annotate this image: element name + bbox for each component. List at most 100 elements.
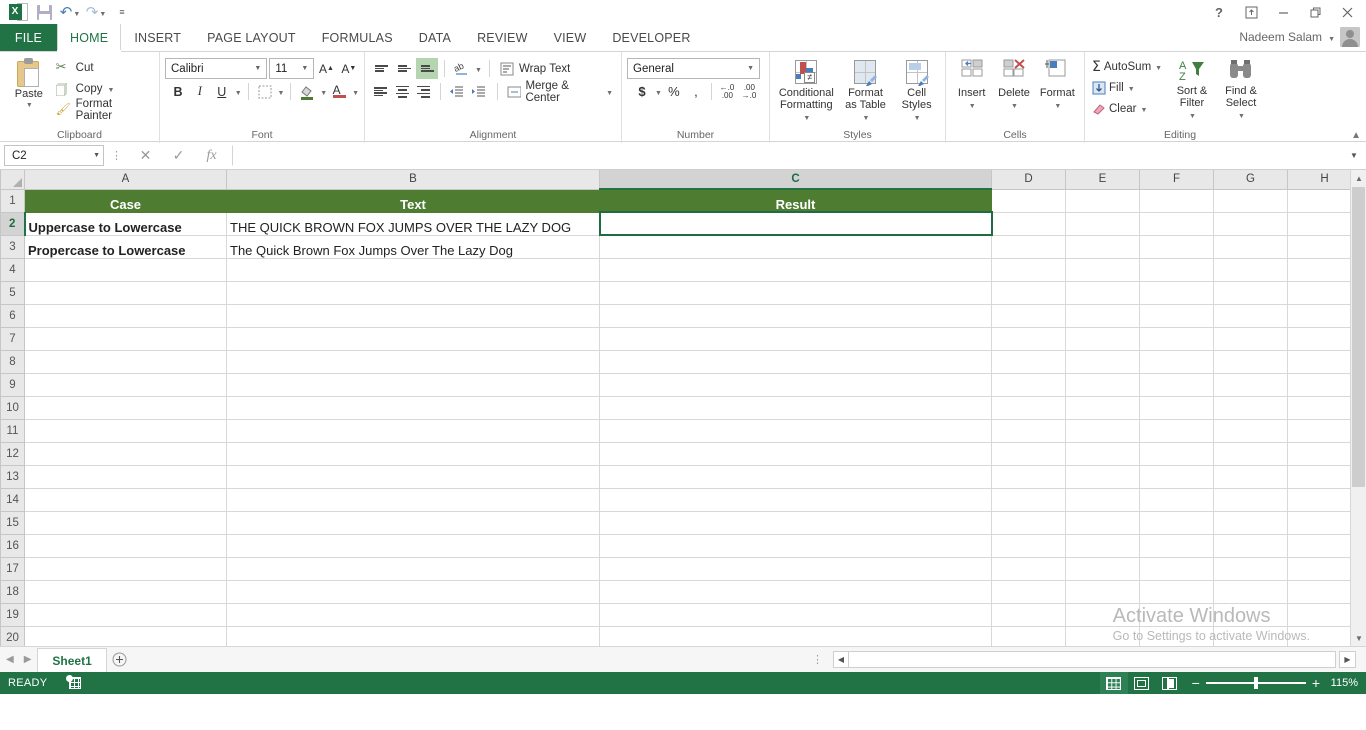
decrease-decimal-icon[interactable]: .00 →.0 [739,81,759,103]
save-icon[interactable] [32,1,56,23]
conditional-formatting-button[interactable]: ≠ Conditional Formatting ▼ [775,56,837,128]
cell-d12[interactable] [991,441,1066,466]
cell-c5[interactable] [599,280,992,305]
cell-b10[interactable] [226,395,600,420]
cancel-icon[interactable]: ✕ [129,145,162,166]
fill-dropdown-icon[interactable]: ▼ [1128,86,1135,93]
cell-b9[interactable] [226,372,600,397]
zoom-in-button[interactable]: + [1312,676,1320,690]
cell-e17[interactable] [1065,556,1140,581]
middle-align-icon[interactable] [393,58,415,79]
format-dropdown-icon[interactable]: ▼ [1054,101,1061,113]
close-icon[interactable] [1332,1,1362,23]
cf-dropdown-icon[interactable]: ▼ [803,113,810,125]
minimize-icon[interactable] [1268,1,1298,23]
normal-view-icon[interactable] [1099,672,1128,694]
cell-g7[interactable] [1213,326,1288,351]
cell-f19[interactable] [1139,602,1214,627]
cell-b16[interactable] [226,533,600,558]
sheet-tab-sheet1[interactable]: Sheet1 [37,648,107,673]
cell-d11[interactable] [991,418,1066,443]
cell-a9[interactable] [24,372,227,397]
cell-f3[interactable] [1139,234,1214,259]
row-header-15[interactable]: 15 [0,510,25,535]
row-header-3[interactable]: 3 [0,234,25,259]
column-header-f[interactable]: F [1139,170,1214,190]
cell-f8[interactable] [1139,349,1214,374]
cell-f18[interactable] [1139,579,1214,604]
cell-c13[interactable] [599,464,992,489]
cell-a11[interactable] [24,418,227,443]
cell-d1[interactable] [991,188,1066,213]
cell-c7[interactable] [599,326,992,351]
delete-cells-button[interactable]: Delete ▼ [992,56,1035,128]
add-sheet-button[interactable] [107,647,133,673]
cell-b19[interactable] [226,602,600,627]
underline-button[interactable]: U [212,81,232,103]
cell-b7[interactable] [226,326,600,351]
cell-f15[interactable] [1139,510,1214,535]
scroll-down-icon[interactable]: ▼ [1351,630,1366,646]
format-painter-button[interactable]: Format Painter [53,98,154,122]
cell-d18[interactable] [991,579,1066,604]
align-center-icon[interactable] [392,81,413,102]
row-header-20[interactable]: 20 [0,625,25,646]
cell-a15[interactable] [24,510,227,535]
cell-a12[interactable] [24,441,227,466]
cell-e9[interactable] [1065,372,1140,397]
split-handle[interactable]: ⋮ [812,653,823,666]
cell-d20[interactable] [991,625,1066,646]
column-header-b[interactable]: B [226,170,600,190]
zoom-track[interactable] [1205,677,1306,690]
font-color-dropdown-icon[interactable]: ▼ [352,90,359,97]
cell-e4[interactable] [1065,257,1140,282]
delete-dropdown-icon[interactable]: ▼ [1011,101,1018,113]
cell-e11[interactable] [1065,418,1140,443]
help-icon[interactable]: ? [1204,1,1234,23]
row-header-13[interactable]: 13 [0,464,25,489]
cell-d6[interactable] [991,303,1066,328]
tab-home[interactable]: HOME [57,24,122,52]
tab-view[interactable]: VIEW [541,24,600,51]
cell-a4[interactable] [24,257,227,282]
row-header-16[interactable]: 16 [0,533,25,558]
cell-c1[interactable]: Result [599,188,992,213]
bottom-align-icon[interactable] [416,58,438,79]
cell-a5[interactable] [24,280,227,305]
redo-icon[interactable]: ↷ ▼ [84,1,108,23]
cell-d14[interactable] [991,487,1066,512]
merge-center-button[interactable]: Merge & Center ▼ [504,80,616,104]
align-left-icon[interactable] [370,81,391,102]
number-format-select[interactable]: General ▼ [627,58,760,79]
cell-b12[interactable] [226,441,600,466]
cell-b20[interactable] [226,625,600,646]
fill-color-dropdown-icon[interactable]: ▼ [320,90,327,97]
zoom-slider[interactable]: − + [1184,676,1328,690]
italic-button[interactable]: I [190,81,210,103]
cell-g5[interactable] [1213,280,1288,305]
restore-icon[interactable] [1300,1,1330,23]
cell-c14[interactable] [599,487,992,512]
font-color-icon[interactable]: A [329,81,349,103]
cell-e10[interactable] [1065,395,1140,420]
tab-page-layout[interactable]: PAGE LAYOUT [194,24,309,51]
cell-d4[interactable] [991,257,1066,282]
cell-d9[interactable] [991,372,1066,397]
orientation-dropdown-icon[interactable]: ▼ [475,67,482,74]
orientation-icon[interactable]: ab [451,58,473,79]
cell-e16[interactable] [1065,533,1140,558]
currency-dropdown-icon[interactable]: ▼ [655,90,662,97]
cell-e2[interactable] [1065,211,1140,236]
cell-f6[interactable] [1139,303,1214,328]
cell-g13[interactable] [1213,464,1288,489]
cell-a6[interactable] [24,303,227,328]
avatar[interactable] [1340,27,1360,47]
copy-button[interactable]: Copy ▼ [53,78,154,102]
cell-f10[interactable] [1139,395,1214,420]
cell-g6[interactable] [1213,303,1288,328]
cell-a8[interactable] [24,349,227,374]
row-header-11[interactable]: 11 [0,418,25,443]
borders-dropdown-icon[interactable]: ▼ [277,90,284,97]
cell-b1[interactable]: Text [226,188,600,213]
cell-b11[interactable] [226,418,600,443]
